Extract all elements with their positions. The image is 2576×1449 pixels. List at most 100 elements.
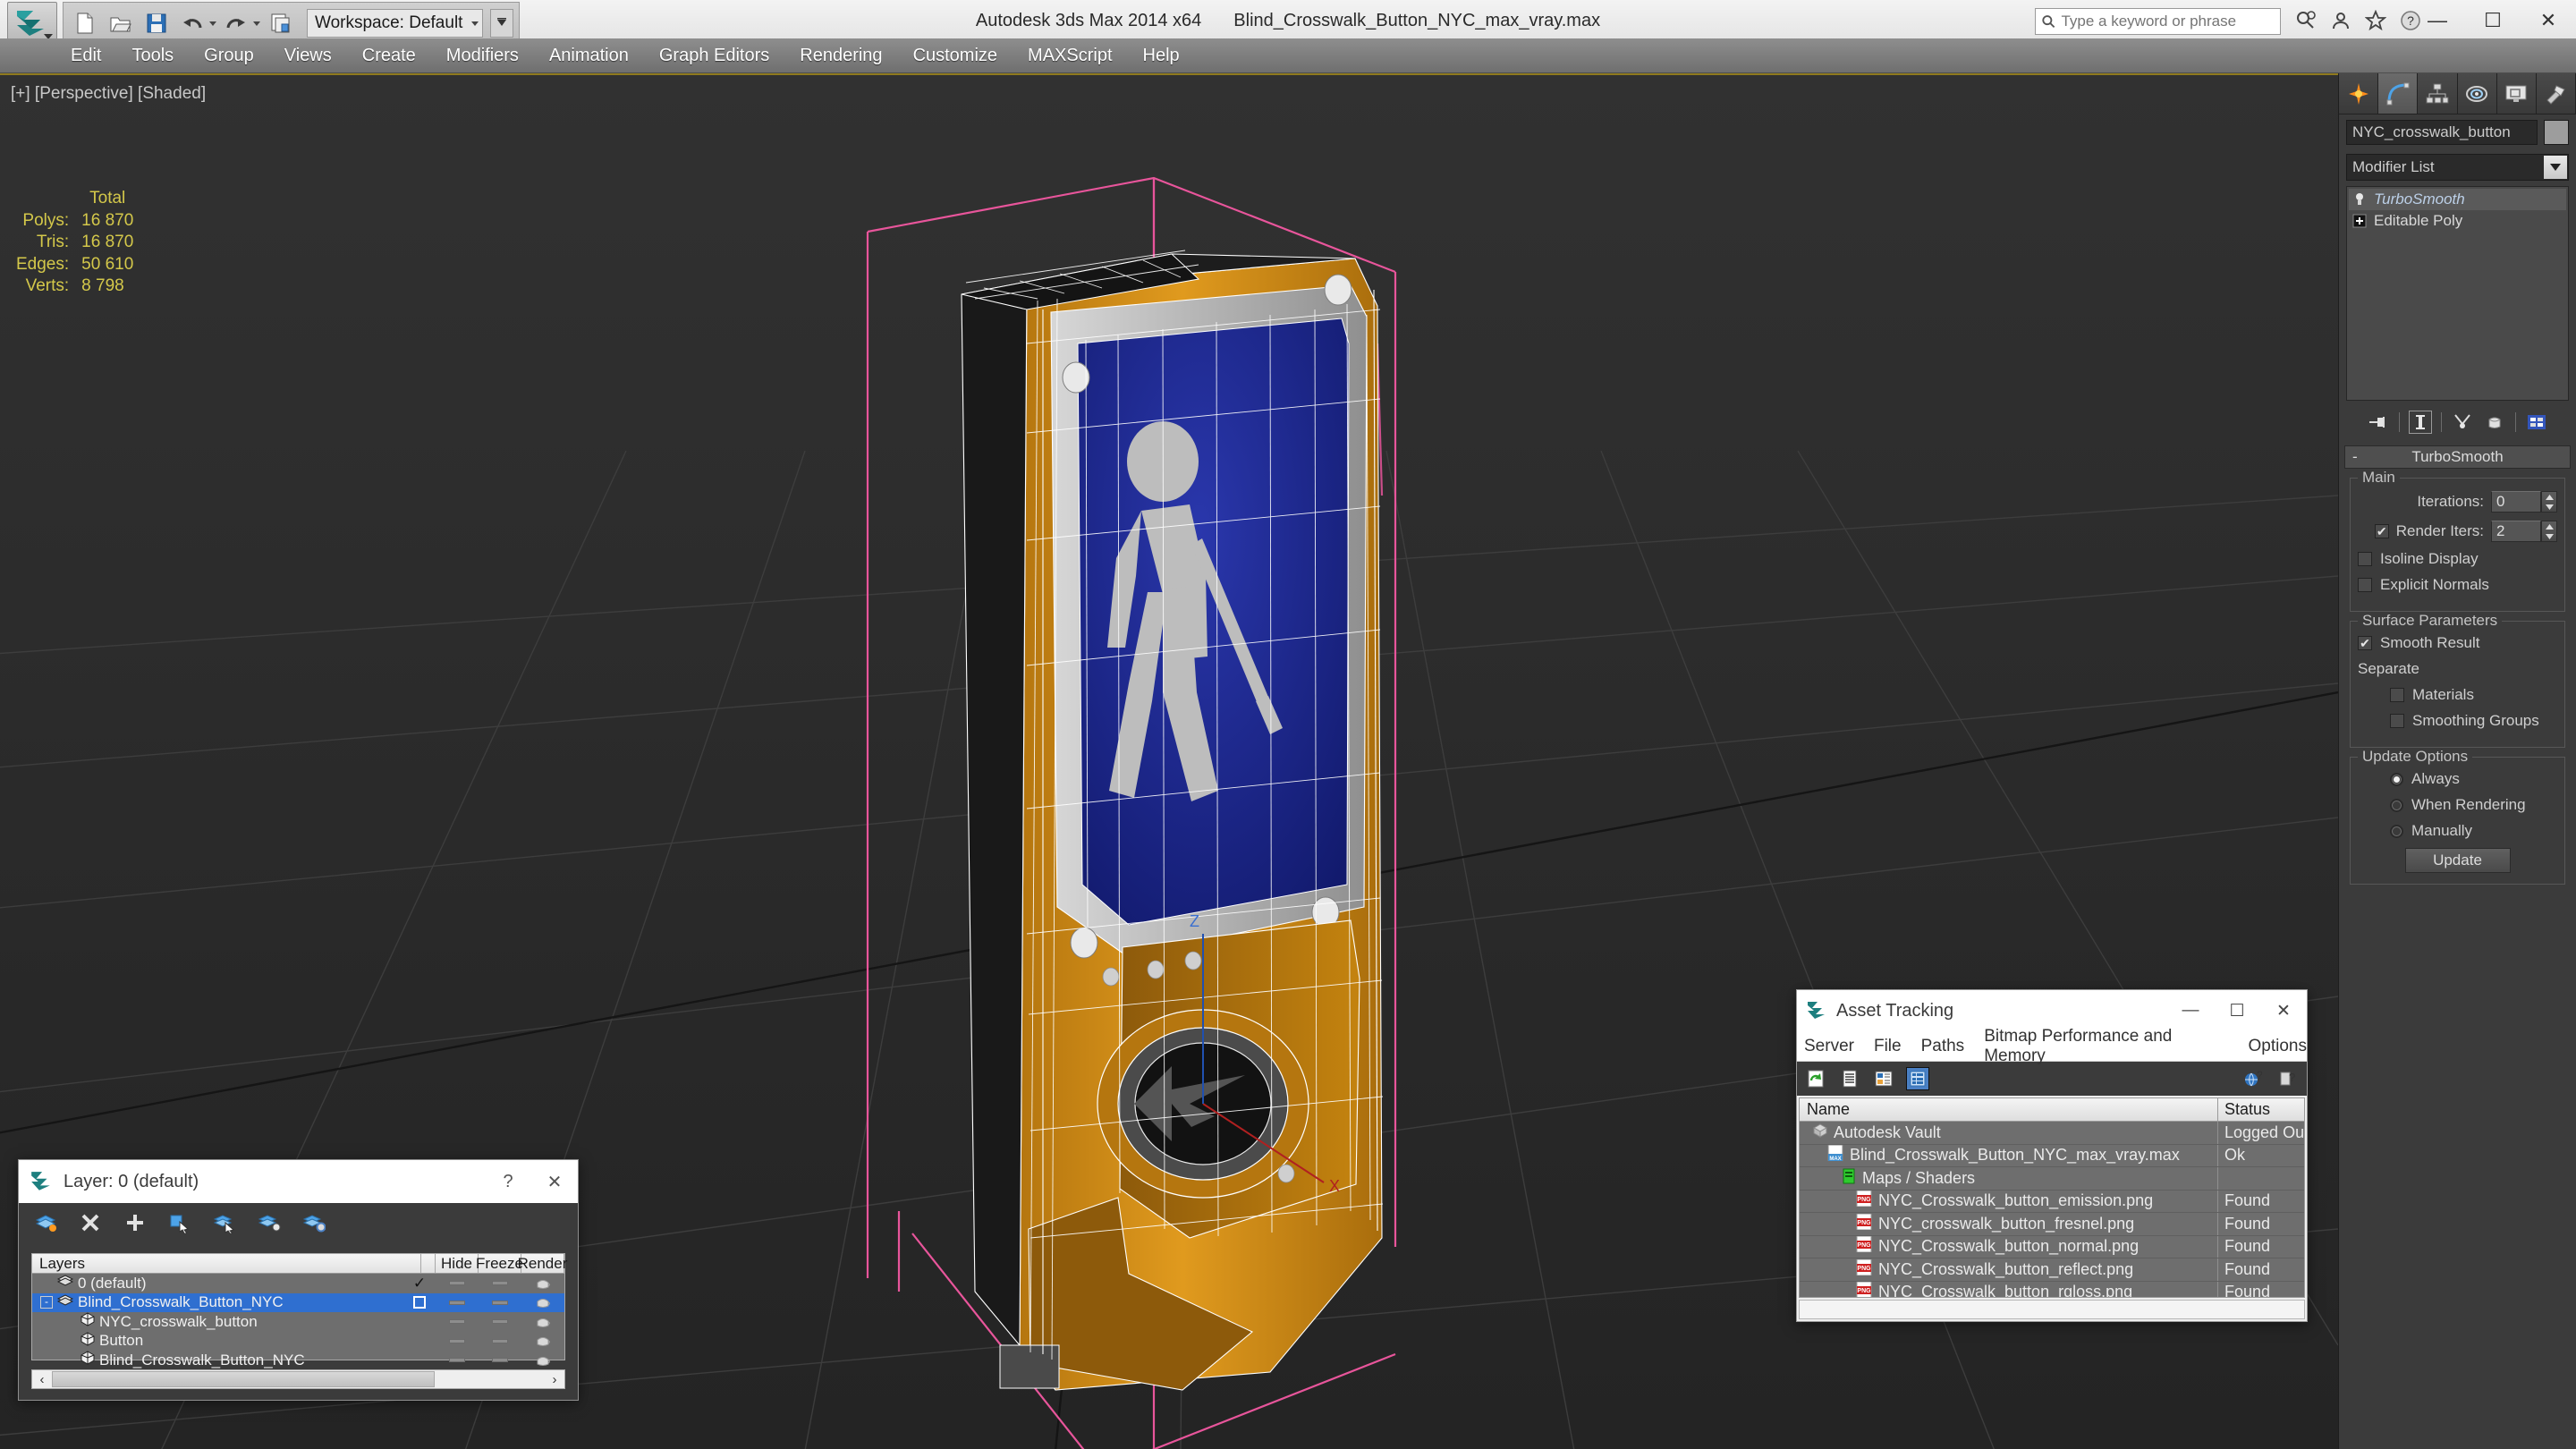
menu-item-edit[interactable]: Edit xyxy=(55,41,116,71)
isoline-display-row[interactable]: Isoline Display xyxy=(2358,550,2557,568)
scroll-left-icon[interactable]: ‹ xyxy=(32,1370,52,1388)
freeze-toggle[interactable] xyxy=(492,1338,508,1343)
layer-dialog[interactable]: Layer: 0 (default) ? ✕ Layers Hide Freez… xyxy=(18,1159,579,1401)
menu-item-modifiers[interactable]: Modifiers xyxy=(431,41,534,71)
project-folder-icon[interactable] xyxy=(264,7,296,39)
at-menu-paths[interactable]: Paths xyxy=(1921,1037,1965,1056)
freeze-toggle[interactable] xyxy=(492,1300,508,1305)
highlight-selected-icon[interactable] xyxy=(257,1210,282,1235)
asset-tracking-maximize-button[interactable]: ☐ xyxy=(2214,990,2260,1031)
hide-toggle[interactable] xyxy=(449,1281,465,1286)
web-help-icon[interactable]: ? xyxy=(2242,1067,2266,1090)
menu-item-create[interactable]: Create xyxy=(347,41,431,71)
scrollbar-thumb[interactable] xyxy=(52,1371,435,1387)
show-end-result-icon[interactable] xyxy=(2409,411,2432,434)
freeze-cell[interactable] xyxy=(479,1300,521,1305)
update-button[interactable]: Update xyxy=(2404,848,2511,873)
current-layer-cell[interactable]: ✓ xyxy=(403,1275,436,1292)
redo-icon[interactable] xyxy=(220,7,252,39)
current-layer-box[interactable] xyxy=(413,1296,426,1309)
hide-cell[interactable] xyxy=(436,1319,479,1325)
details-view-icon[interactable] xyxy=(1872,1067,1895,1090)
asset-tracking-dialog[interactable]: Asset Tracking — ☐ ✕ Server File Paths B… xyxy=(1796,989,2308,1322)
menu-item-rendering[interactable]: Rendering xyxy=(784,41,897,71)
modifier-list-dropdown[interactable]: Modifier List xyxy=(2346,154,2569,181)
undo-dropdown-caret-icon[interactable] xyxy=(209,21,216,26)
hierarchy-tab[interactable] xyxy=(2418,73,2458,114)
layer-row[interactable]: Blind_Crosswalk_Button_NYC xyxy=(32,1351,564,1370)
layer-row[interactable]: 0 (default) ✓ xyxy=(32,1274,564,1293)
at-menu-file[interactable]: File xyxy=(1874,1037,1902,1056)
freeze-toggle[interactable] xyxy=(492,1319,508,1325)
separate-materials-row[interactable]: Materials xyxy=(2358,686,2557,704)
modifier-stack-item-editable-poly[interactable]: Editable Poly xyxy=(2349,210,2566,232)
asset-row[interactable]: PNG NYC_Crosswalk_button_emission.png Foun… xyxy=(1800,1190,2304,1213)
current-layer-cell[interactable] xyxy=(403,1296,436,1309)
explicit-normals-checkbox[interactable] xyxy=(2358,578,2372,592)
menu-item-help[interactable]: Help xyxy=(1128,41,1195,71)
iterations-value[interactable]: 0 xyxy=(2491,491,2541,513)
separate-materials-checkbox[interactable] xyxy=(2390,688,2404,702)
help-icon[interactable]: ? xyxy=(2276,1067,2300,1090)
utilities-tab[interactable] xyxy=(2536,73,2576,114)
pin-stack-icon[interactable] xyxy=(2367,411,2390,434)
render-cell[interactable] xyxy=(521,1353,564,1368)
smooth-result-row[interactable]: Smooth Result xyxy=(2358,634,2557,652)
hide-cell[interactable] xyxy=(436,1281,479,1286)
freeze-cell[interactable] xyxy=(479,1358,521,1363)
render-cell[interactable] xyxy=(521,1315,564,1329)
modify-tab[interactable] xyxy=(2378,73,2419,114)
object-name-field[interactable]: NYC_crosswalk_button xyxy=(2346,120,2538,145)
render-cell[interactable] xyxy=(521,1334,564,1348)
explicit-normals-row[interactable]: Explicit Normals xyxy=(2358,576,2557,594)
isoline-display-checkbox[interactable] xyxy=(2358,552,2372,566)
column-header-name[interactable]: Name xyxy=(1800,1098,2218,1121)
menu-item-tools[interactable]: Tools xyxy=(116,41,189,71)
configure-modifier-sets-icon[interactable] xyxy=(2525,411,2548,434)
render-iters-spinner[interactable]: 2 xyxy=(2491,521,2557,542)
render-cell[interactable] xyxy=(521,1295,564,1309)
search-box[interactable] xyxy=(2035,8,2281,35)
layer-row[interactable]: Button xyxy=(32,1332,564,1352)
freeze-cell[interactable] xyxy=(479,1319,521,1325)
make-unique-icon[interactable] xyxy=(2451,411,2474,434)
create-new-layer-icon[interactable] xyxy=(33,1210,58,1235)
layer-dialog-close-button[interactable]: ✕ xyxy=(531,1160,578,1203)
asset-row[interactable]: Autodesk Vault Logged Ou xyxy=(1800,1122,2304,1145)
display-tab[interactable] xyxy=(2496,73,2537,114)
close-button[interactable]: ✕ xyxy=(2521,0,2576,41)
list-view-icon[interactable] xyxy=(1838,1067,1861,1090)
freeze-toggle[interactable] xyxy=(492,1281,508,1286)
sign-in-icon[interactable] xyxy=(2327,7,2354,34)
column-header-status[interactable]: Status xyxy=(2218,1098,2304,1121)
at-menu-bitmap-performance[interactable]: Bitmap Performance and Memory xyxy=(1984,1027,2228,1066)
asset-tracking-list[interactable]: Name Status Autodesk Vault Logged Ou MAX Bl… xyxy=(1799,1097,2305,1298)
at-menu-options[interactable]: Options xyxy=(2249,1037,2307,1056)
modifier-stack[interactable]: TurboSmooth Editable Poly xyxy=(2346,186,2569,401)
asset-row[interactable]: PNG NYC_Crosswalk_button_normal.png Found xyxy=(1800,1235,2304,1258)
menu-item-customize[interactable]: Customize xyxy=(898,41,1013,71)
menu-item-group[interactable]: Group xyxy=(189,41,269,71)
delete-layer-icon[interactable] xyxy=(78,1210,103,1235)
asset-row[interactable]: PNG NYC_crosswalk_button_fresnel.png Found xyxy=(1800,1213,2304,1236)
render-iters-value[interactable]: 2 xyxy=(2491,521,2541,542)
viewport-label[interactable]: [+] [Perspective] [Shaded] xyxy=(11,84,206,104)
update-manually-row[interactable]: Manually xyxy=(2358,822,2557,840)
motion-tab[interactable] xyxy=(2457,73,2497,114)
hide-toggle[interactable] xyxy=(449,1300,465,1305)
grid-view-icon[interactable] xyxy=(1906,1067,1929,1090)
object-color-swatch[interactable] xyxy=(2544,120,2569,145)
hide-toggle[interactable] xyxy=(449,1319,465,1325)
rollout-collapse-icon[interactable]: - xyxy=(2352,448,2358,466)
freeze-toggle[interactable] xyxy=(492,1358,508,1363)
spin-down-icon[interactable] xyxy=(2542,502,2556,512)
rollout-header[interactable]: - TurboSmooth xyxy=(2344,445,2571,469)
create-tab[interactable] xyxy=(2339,73,2379,114)
asset-tracking-minimize-button[interactable]: — xyxy=(2167,990,2214,1031)
maximize-button[interactable]: ☐ xyxy=(2465,0,2521,41)
refresh-icon[interactable] xyxy=(1804,1067,1827,1090)
separate-smoothing-groups-checkbox[interactable] xyxy=(2390,714,2404,728)
undo-icon[interactable] xyxy=(176,7,208,39)
layer-list[interactable]: Layers Hide Freeze Render 0 (default) ✓ - B… xyxy=(31,1253,567,1368)
spin-up-icon[interactable] xyxy=(2542,521,2556,531)
